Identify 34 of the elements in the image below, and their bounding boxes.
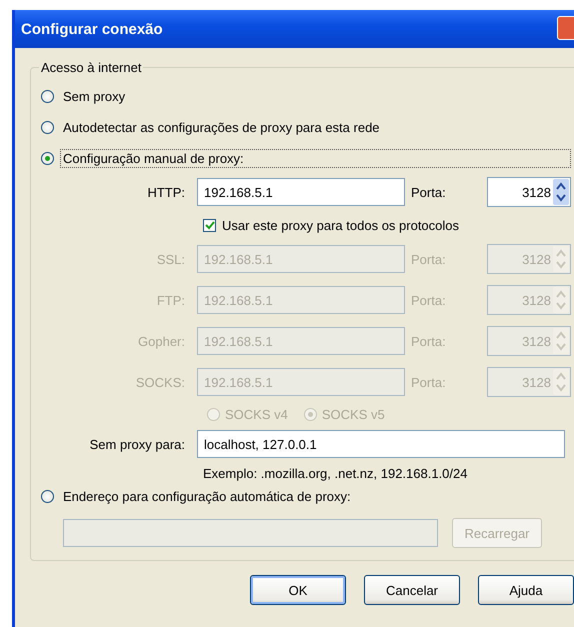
radio-button[interactable] [41, 490, 54, 503]
radio-label: Endereço para configuração automática de proxy: [62, 488, 352, 506]
close-button[interactable] [557, 16, 574, 40]
proxy-host-field[interactable]: 192.168.5.1 [197, 178, 405, 206]
spinner-icon[interactable] [553, 179, 569, 205]
no-proxy-label: Sem proxy para: [88, 436, 186, 452]
dialog-button[interactable]: Cancelar [364, 575, 460, 605]
checkbox-label: Usar este proxy para todos os protocolos [222, 218, 460, 233]
radio-label: Autodetectar as configurações de proxy para esta rede [62, 119, 381, 137]
radio-label: SOCKS v4 [225, 407, 288, 422]
radio-label: Configuração manual de proxy: [60, 149, 571, 168]
window-title: Configurar conexão [21, 20, 163, 38]
port-label: Porta: [411, 184, 447, 200]
protocol-label: SSL: [156, 252, 186, 266]
group-title: Acesso à internet [40, 60, 142, 75]
radio-label: SOCKS v5 [322, 407, 385, 422]
dialog-button[interactable]: Ajuda [478, 575, 574, 605]
port-label: Porta: [411, 252, 447, 266]
protocol-label: Gopher: [137, 334, 186, 348]
no-proxy-field[interactable]: localhost, 127.0.0.1 [197, 430, 565, 458]
port-label: Porta: [411, 292, 447, 308]
dialog-button[interactable]: OK [250, 575, 346, 605]
checkbox[interactable] [203, 219, 216, 232]
radio-button[interactable] [41, 90, 54, 103]
protocol-label: SOCKS: [134, 374, 186, 390]
port-field[interactable]: 3128 [487, 177, 571, 207]
radio-button[interactable] [41, 152, 54, 165]
radio-label: Sem proxy [62, 88, 126, 106]
port-label: Porta: [411, 374, 447, 390]
port-label: Porta: [411, 334, 447, 348]
example-hint: Exemplo: .mozilla.org, .net.nz, 192.168.1.0/24 [203, 466, 468, 481]
protocol-label: FTP: [156, 292, 186, 308]
protocol-label: HTTP: [146, 184, 186, 200]
radio-button[interactable] [41, 121, 54, 134]
